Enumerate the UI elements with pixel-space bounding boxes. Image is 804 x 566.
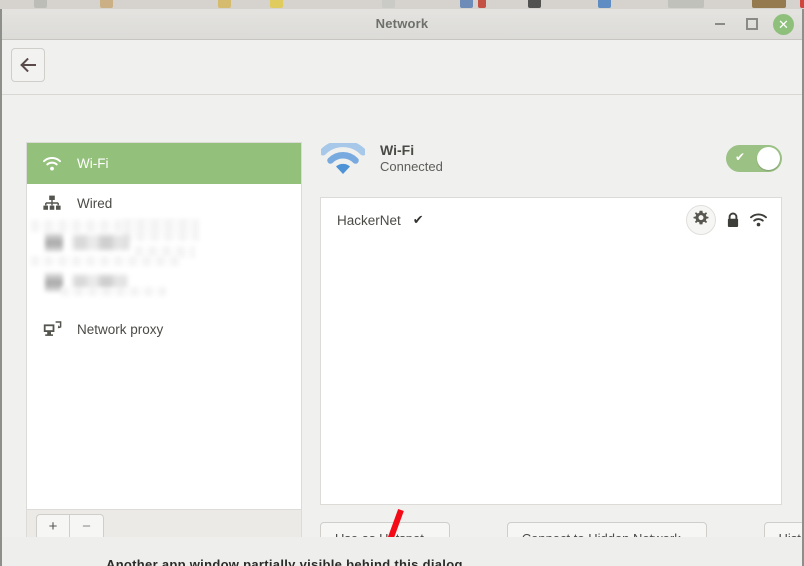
panel-header: Wi-Fi Connected ✔	[320, 135, 782, 183]
wired-icon	[41, 195, 63, 211]
bg-toolbar-icon	[100, 0, 113, 8]
lock-icon	[726, 212, 740, 228]
use-as-hotspot-button[interactable]: Use as Hotspot...	[320, 522, 450, 537]
sidebar-toolbar: + −	[26, 510, 302, 537]
bg-toolbar-icon	[460, 0, 473, 8]
network-settings-window: Network ✕ Wi-Fi Wired Network proxy + − …	[0, 9, 804, 537]
bottom-strip: Another app window partially visible beh…	[0, 537, 804, 566]
minimize-button[interactable]	[709, 13, 731, 35]
content-area: Wi-Fi Wired Network proxy + − Wi-Fi Conn…	[2, 95, 802, 537]
background-app-toolbar	[0, 0, 804, 9]
wifi-icon	[320, 143, 366, 175]
sidebar-item-label: Wi-Fi	[77, 156, 109, 171]
panel-status: Connected	[380, 159, 443, 175]
bg-toolbar-icon	[270, 0, 283, 8]
toggle-check-icon: ✔	[735, 150, 746, 164]
sidebar-item-redacted-2[interactable]	[27, 256, 301, 302]
panel-title-group: Wi-Fi Connected	[380, 142, 443, 176]
toggle-knob	[757, 147, 780, 170]
wifi-signal-icon	[750, 213, 767, 227]
window-title: Network	[375, 16, 429, 31]
network-list: HackerNet ✔	[320, 197, 782, 505]
gear-icon	[693, 210, 709, 231]
bg-toolbar-icon	[478, 0, 486, 8]
sidebar-item-wired[interactable]: Wired	[27, 184, 301, 222]
bg-toolbar-icon	[598, 0, 611, 8]
clipped-background-text: Another app window partially visible beh…	[106, 558, 463, 566]
redacted-label	[73, 234, 129, 250]
connected-check-icon: ✔	[412, 212, 424, 227]
titlebar: Network ✕	[2, 9, 802, 40]
window-controls: ✕	[709, 13, 794, 35]
panel-title: Wi-Fi	[380, 141, 415, 158]
remove-connection-button[interactable]: −	[70, 513, 104, 537]
proxy-icon	[41, 321, 63, 337]
bg-toolbar-icon	[668, 0, 704, 8]
bg-toolbar-icon	[218, 0, 231, 8]
wifi-toggle[interactable]: ✔	[726, 145, 782, 172]
sidebar-item-label: Wired	[77, 195, 113, 211]
network-settings-button[interactable]	[686, 205, 716, 235]
wifi-icon	[41, 156, 63, 171]
add-connection-button[interactable]: +	[36, 513, 70, 537]
bg-toolbar-icon	[382, 0, 395, 8]
close-button[interactable]: ✕	[773, 13, 794, 35]
network-name: HackerNet	[337, 212, 401, 228]
sidebar-item-label: Network proxy	[77, 321, 164, 337]
history-button[interactable]: History	[763, 522, 802, 537]
wifi-panel: Wi-Fi Connected ✔ HackerNet ✔	[320, 135, 802, 537]
connect-hidden-network-button[interactable]: Connect to Hidden Network...	[506, 522, 707, 537]
back-button[interactable]	[11, 48, 45, 82]
bg-toolbar-icon	[752, 0, 786, 8]
maximize-button[interactable]	[741, 13, 763, 35]
header-bar	[2, 40, 802, 95]
sidebar-item-network-proxy[interactable]: Network proxy	[27, 310, 301, 348]
sidebar: Wi-Fi Wired Network proxy	[26, 142, 302, 510]
sidebar-item-wifi[interactable]: Wi-Fi	[27, 143, 301, 184]
redacted-icon	[45, 232, 63, 252]
panel-button-row: Use as Hotspot... Connect to Hidden Netw…	[320, 522, 802, 537]
bg-toolbar-icon	[528, 0, 541, 8]
bg-toolbar-icon	[800, 0, 804, 8]
back-arrow-icon	[19, 58, 37, 72]
bg-toolbar-icon	[34, 0, 47, 8]
network-row-hackernet[interactable]: HackerNet ✔	[321, 198, 781, 242]
